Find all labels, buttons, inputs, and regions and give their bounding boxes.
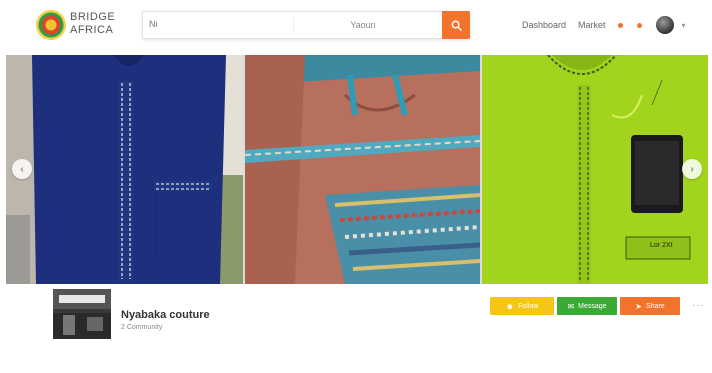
image-carousel: Lor 2Xt ‹ ›: [6, 55, 708, 284]
chevron-right-icon: ›: [690, 163, 694, 175]
messages-dot-icon[interactable]: [617, 22, 623, 28]
logo-mark-icon: [36, 10, 66, 40]
follow-label: Follow: [518, 302, 539, 310]
share-button[interactable]: ➤ Share: [620, 297, 680, 315]
navy-shirt-image: [6, 55, 243, 284]
search-icon: [451, 20, 462, 31]
more-icon: ···: [692, 300, 705, 311]
user-avatar[interactable]: [655, 16, 674, 34]
business-subtitle: 2 Community: [121, 324, 163, 331]
message-button[interactable]: ✉ Message: [557, 297, 617, 315]
terracotta-outfit-image: [245, 55, 480, 284]
chevron-down-icon[interactable]: ▾: [682, 21, 686, 30]
nav-market-link[interactable]: Market: [578, 20, 606, 30]
carousel-prev-button[interactable]: ‹: [12, 159, 32, 179]
logo-line1: BRIDGE: [70, 11, 116, 23]
chevron-left-icon: ‹: [20, 163, 24, 175]
chat-icon: ✉: [567, 301, 575, 311]
business-name[interactable]: Nyabaka couture: [121, 309, 210, 321]
follow-button[interactable]: ☻ Follow: [490, 297, 554, 315]
carousel-next-button[interactable]: ›: [682, 159, 702, 179]
carousel-slide-green-shirt[interactable]: Lor 2Xt: [482, 55, 708, 284]
share-label: Share: [646, 302, 665, 310]
carousel-slide-navy-shirt[interactable]: [6, 55, 243, 284]
person-add-icon: ☻: [505, 301, 515, 311]
business-profile-bar: Nyabaka couture 2 Community ☻ Follow ✉ M…: [0, 284, 712, 373]
bridge-africa-logo[interactable]: BRIDGE AFRICA: [36, 10, 126, 42]
nav-dashboard-link[interactable]: Dashboard: [522, 20, 566, 30]
carousel-slide-terracotta-outfit[interactable]: [245, 55, 480, 284]
location-field[interactable]: Yaoun: [303, 16, 423, 34]
profile-actions: ☻ Follow ✉ Message ➤ Share: [490, 297, 683, 315]
search-bar: Yaoun: [142, 11, 470, 39]
search-input[interactable]: [149, 15, 279, 33]
logo-wordmark: BRIDGE AFRICA: [70, 11, 115, 37]
notifications-dot-icon[interactable]: [636, 22, 642, 28]
logo-line2: AFRICA: [70, 24, 114, 36]
search-button[interactable]: [442, 11, 470, 39]
price-tag-label: Lor 2Xt: [650, 242, 673, 249]
message-label: Message: [578, 302, 607, 310]
top-nav: Dashboard Market ▾: [522, 16, 686, 34]
storefront-image: [53, 289, 111, 339]
share-icon: ➤: [635, 301, 642, 311]
business-thumbnail[interactable]: [53, 289, 111, 339]
search-divider: [293, 18, 294, 32]
more-options-button[interactable]: ···: [692, 300, 705, 311]
green-shirt-image: [482, 55, 708, 284]
top-header: BRIDGE AFRICA Yaoun Dashboard Market ▾: [0, 0, 712, 52]
